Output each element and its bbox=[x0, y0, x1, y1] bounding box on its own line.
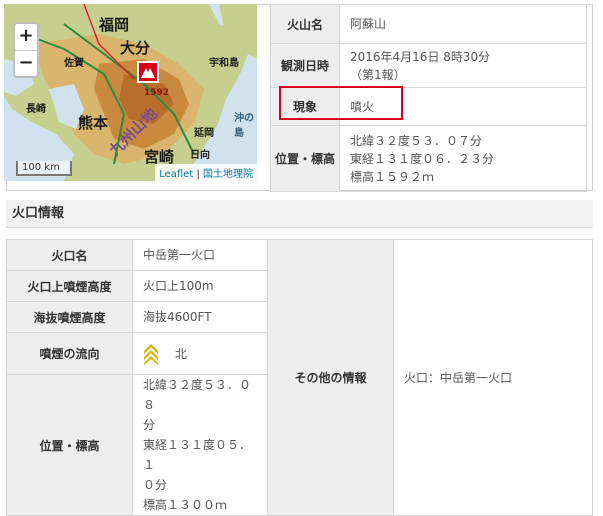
map-label-fukuoka: 福岡 bbox=[99, 16, 130, 34]
map-terrain: 九州山地 bbox=[4, 4, 257, 181]
plume-height-asl-label: 海抜噴煙高度 bbox=[6, 301, 133, 333]
crater-location-elevation-label: 位置・標高 bbox=[6, 374, 133, 516]
map-label-saga: 佐賀 bbox=[64, 58, 84, 69]
plume-height-above-crater-value: 火口上100m bbox=[132, 270, 268, 302]
map-label-nagasaki: 長崎 bbox=[26, 104, 46, 115]
plume-height-above-crater-label: 火口上噴煙高度 bbox=[6, 270, 133, 302]
map-label-kumamoto: 熊本 bbox=[78, 114, 109, 132]
map-label-uwajima: 宇和島 bbox=[209, 58, 239, 69]
crater-name-label: 火口名 bbox=[6, 239, 133, 271]
plume-direction-value: 北 bbox=[132, 332, 268, 375]
zoom-control: + − bbox=[13, 22, 39, 78]
map-label-hyuga: 日向 bbox=[190, 150, 210, 161]
zoom-in-button[interactable]: + bbox=[15, 24, 37, 51]
map-label-nobeoka: 延岡 bbox=[194, 128, 214, 139]
other-info-label: その他の情報 bbox=[267, 239, 394, 516]
plume-height-asl-value: 海抜4600FT bbox=[132, 301, 268, 333]
observation-time-label: 観測日時 bbox=[270, 43, 340, 88]
crater-name-value: 中岳第一火口 bbox=[132, 239, 268, 271]
leaflet-link[interactable]: Leaflet bbox=[159, 169, 193, 180]
observation-time-value: 2016年4月16日 8時30分 （第1報） bbox=[339, 43, 587, 88]
map-scale-bar: 100 km bbox=[16, 161, 72, 176]
crater-info-table: 火口名 中岳第一火口 その他の情報 火口：中岳第一火口 火口上噴煙高度 火口上1… bbox=[6, 239, 593, 516]
other-info-value: 火口：中岳第一火口 bbox=[393, 239, 593, 516]
crater-location-elevation-value: 北緯３２度５３．０８ 分 東経１３１度０５．１ ０分 標高１３００ｍ bbox=[132, 374, 268, 516]
zoom-out-button[interactable]: − bbox=[15, 51, 37, 77]
phenomenon-highlight-box bbox=[279, 86, 403, 120]
section-title-crater-info: 火口情報 bbox=[6, 200, 593, 228]
map-label-oita: 大分 bbox=[120, 39, 151, 57]
north-arrow-icon bbox=[144, 343, 158, 365]
gsi-link[interactable]: 国土地理院 bbox=[203, 169, 253, 180]
map-label-oki-no-shima: 沖の島 bbox=[234, 113, 254, 139]
location-elevation-value: 北緯３２度５３．０７分 東経１３１度０６．２３分 標高１５９２ｍ bbox=[339, 125, 587, 192]
map-label-peak-elevation: 1592 bbox=[144, 88, 170, 98]
plume-direction-label: 噴煙の流向 bbox=[6, 332, 133, 375]
map-attribution: Leaflet | 国土地理院 bbox=[155, 164, 257, 181]
map-view[interactable]: 九州山地 福岡 大分 佐賀 長崎 熊本 宮崎 宇和島 日向 延岡 沖の島 159… bbox=[4, 4, 257, 181]
volcano-name-value: 阿蘇山 bbox=[339, 4, 587, 44]
location-elevation-label: 位置・標高 bbox=[270, 125, 340, 192]
volcano-name-label: 火山名 bbox=[270, 4, 340, 44]
volcano-marker-icon[interactable] bbox=[137, 61, 159, 83]
